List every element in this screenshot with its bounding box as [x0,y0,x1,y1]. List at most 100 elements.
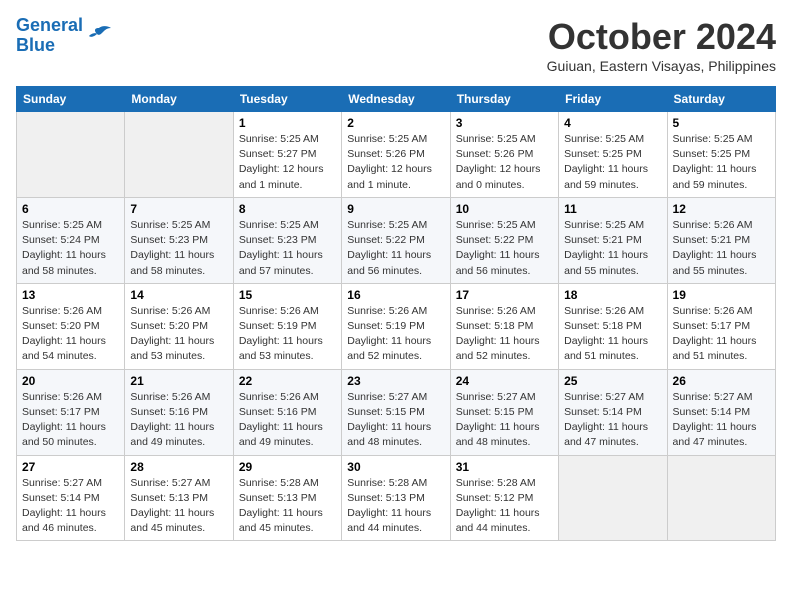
calendar-table: SundayMondayTuesdayWednesdayThursdayFrid… [16,86,776,541]
day-number: 24 [456,374,553,388]
day-info: Sunrise: 5:25 AMSunset: 5:23 PMDaylight:… [239,218,336,279]
day-number: 20 [22,374,119,388]
week-row-4: 20 Sunrise: 5:26 AMSunset: 5:17 PMDayligh… [17,369,776,455]
day-number: 16 [347,288,444,302]
week-row-2: 6 Sunrise: 5:25 AMSunset: 5:24 PMDaylight… [17,197,776,283]
calendar-cell: 28Sunrise: 5:27 AMSunset: 5:13 PMDayligh… [125,455,233,541]
logo-line1: General [16,15,83,35]
calendar-cell: 22 Sunrise: 5:26 AMSunset: 5:16 PMDayligh… [233,369,341,455]
day-number: 9 [347,202,444,216]
week-row-1: 1Sunrise: 5:25 AMSunset: 5:27 PMDaylight… [17,112,776,198]
page-header: General Blue October 2024 Guiuan, Easter… [16,16,776,74]
day-number: 3 [456,116,553,130]
day-info: Sunrise: 5:27 AMSunset: 5:14 PMDaylight:… [673,390,770,451]
calendar-cell: 9 Sunrise: 5:25 AMSunset: 5:22 PMDaylight… [342,197,450,283]
calendar-cell: 17 Sunrise: 5:26 AMSunset: 5:18 PMDayligh… [450,283,558,369]
day-number: 13 [22,288,119,302]
weekday-header-wednesday: Wednesday [342,87,450,112]
calendar-cell: 23 Sunrise: 5:27 AMSunset: 5:15 PMDayligh… [342,369,450,455]
day-number: 17 [456,288,553,302]
day-number: 4 [564,116,661,130]
calendar-cell: 8 Sunrise: 5:25 AMSunset: 5:23 PMDaylight… [233,197,341,283]
calendar-cell: 19Sunrise: 5:26 AMSunset: 5:17 PMDayligh… [667,283,775,369]
calendar-cell: 18 Sunrise: 5:26 AMSunset: 5:18 PMDayligh… [559,283,667,369]
weekday-header-friday: Friday [559,87,667,112]
day-info: Sunrise: 5:25 AMSunset: 5:25 PMDaylight:… [673,132,770,193]
day-info: Sunrise: 5:26 AMSunset: 5:17 PMDaylight:… [22,390,119,451]
calendar-cell: 29 Sunrise: 5:28 AMSunset: 5:13 PMDayligh… [233,455,341,541]
calendar-cell: 16 Sunrise: 5:26 AMSunset: 5:19 PMDayligh… [342,283,450,369]
day-number: 10 [456,202,553,216]
day-number: 14 [130,288,227,302]
day-info: Sunrise: 5:27 AMSunset: 5:13 PMDaylight:… [130,476,227,537]
day-number: 30 [347,460,444,474]
weekday-header-thursday: Thursday [450,87,558,112]
calendar-cell: 24Sunrise: 5:27 AMSunset: 5:15 PMDayligh… [450,369,558,455]
day-info: Sunrise: 5:26 AMSunset: 5:20 PMDaylight:… [22,304,119,365]
calendar-cell [17,112,125,198]
day-number: 2 [347,116,444,130]
day-number: 27 [22,460,119,474]
logo: General Blue [16,16,113,56]
calendar-cell: 5 Sunrise: 5:25 AMSunset: 5:25 PMDaylight… [667,112,775,198]
day-number: 7 [130,202,227,216]
day-number: 22 [239,374,336,388]
day-number: 11 [564,202,661,216]
day-info: Sunrise: 5:25 AMSunset: 5:26 PMDaylight:… [347,132,444,193]
day-info: Sunrise: 5:26 AMSunset: 5:20 PMDaylight:… [130,304,227,365]
day-info: Sunrise: 5:25 AMSunset: 5:24 PMDaylight:… [22,218,119,279]
day-number: 15 [239,288,336,302]
day-number: 6 [22,202,119,216]
day-info: Sunrise: 5:26 AMSunset: 5:18 PMDaylight:… [456,304,553,365]
calendar-cell: 15 Sunrise: 5:26 AMSunset: 5:19 PMDayligh… [233,283,341,369]
day-info: Sunrise: 5:28 AMSunset: 5:12 PMDaylight:… [456,476,553,537]
calendar-cell [559,455,667,541]
day-number: 8 [239,202,336,216]
day-number: 19 [673,288,770,302]
calendar-cell: 13 Sunrise: 5:26 AMSunset: 5:20 PMDayligh… [17,283,125,369]
weekday-header-sunday: Sunday [17,87,125,112]
location: Guiuan, Eastern Visayas, Philippines [547,58,776,74]
calendar-cell: 30Sunrise: 5:28 AMSunset: 5:13 PMDayligh… [342,455,450,541]
calendar-cell: 3 Sunrise: 5:25 AMSunset: 5:26 PMDaylight… [450,112,558,198]
day-number: 29 [239,460,336,474]
day-info: Sunrise: 5:28 AMSunset: 5:13 PMDaylight:… [239,476,336,537]
day-number: 26 [673,374,770,388]
day-info: Sunrise: 5:26 AMSunset: 5:21 PMDaylight:… [673,218,770,279]
day-info: Sunrise: 5:27 AMSunset: 5:14 PMDaylight:… [564,390,661,451]
week-row-5: 27Sunrise: 5:27 AMSunset: 5:14 PMDayligh… [17,455,776,541]
calendar-cell: 26 Sunrise: 5:27 AMSunset: 5:14 PMDayligh… [667,369,775,455]
calendar-cell: 14 Sunrise: 5:26 AMSunset: 5:20 PMDayligh… [125,283,233,369]
day-info: Sunrise: 5:26 AMSunset: 5:16 PMDaylight:… [130,390,227,451]
day-info: Sunrise: 5:25 AMSunset: 5:22 PMDaylight:… [347,218,444,279]
day-number: 18 [564,288,661,302]
day-info: Sunrise: 5:25 AMSunset: 5:25 PMDaylight:… [564,132,661,193]
day-number: 5 [673,116,770,130]
day-info: Sunrise: 5:26 AMSunset: 5:19 PMDaylight:… [239,304,336,365]
logo-text: General Blue [16,16,83,56]
logo-bird-icon [85,24,113,48]
weekday-header-row: SundayMondayTuesdayWednesdayThursdayFrid… [17,87,776,112]
day-info: Sunrise: 5:26 AMSunset: 5:19 PMDaylight:… [347,304,444,365]
week-row-3: 13 Sunrise: 5:26 AMSunset: 5:20 PMDayligh… [17,283,776,369]
calendar-cell: 2 Sunrise: 5:25 AMSunset: 5:26 PMDaylight… [342,112,450,198]
day-number: 23 [347,374,444,388]
calendar-cell: 21 Sunrise: 5:26 AMSunset: 5:16 PMDayligh… [125,369,233,455]
day-number: 31 [456,460,553,474]
calendar-cell: 4 Sunrise: 5:25 AMSunset: 5:25 PMDaylight… [559,112,667,198]
day-number: 21 [130,374,227,388]
day-info: Sunrise: 5:26 AMSunset: 5:16 PMDaylight:… [239,390,336,451]
calendar-cell: 11Sunrise: 5:25 AMSunset: 5:21 PMDayligh… [559,197,667,283]
weekday-header-monday: Monday [125,87,233,112]
day-info: Sunrise: 5:25 AMSunset: 5:22 PMDaylight:… [456,218,553,279]
day-info: Sunrise: 5:25 AMSunset: 5:26 PMDaylight:… [456,132,553,193]
day-info: Sunrise: 5:27 AMSunset: 5:15 PMDaylight:… [347,390,444,451]
day-number: 1 [239,116,336,130]
weekday-header-tuesday: Tuesday [233,87,341,112]
calendar-cell: 27Sunrise: 5:27 AMSunset: 5:14 PMDayligh… [17,455,125,541]
day-info: Sunrise: 5:26 AMSunset: 5:18 PMDaylight:… [564,304,661,365]
day-number: 25 [564,374,661,388]
day-number: 12 [673,202,770,216]
month-title: October 2024 [547,16,776,58]
calendar-cell: 7Sunrise: 5:25 AMSunset: 5:23 PMDaylight… [125,197,233,283]
